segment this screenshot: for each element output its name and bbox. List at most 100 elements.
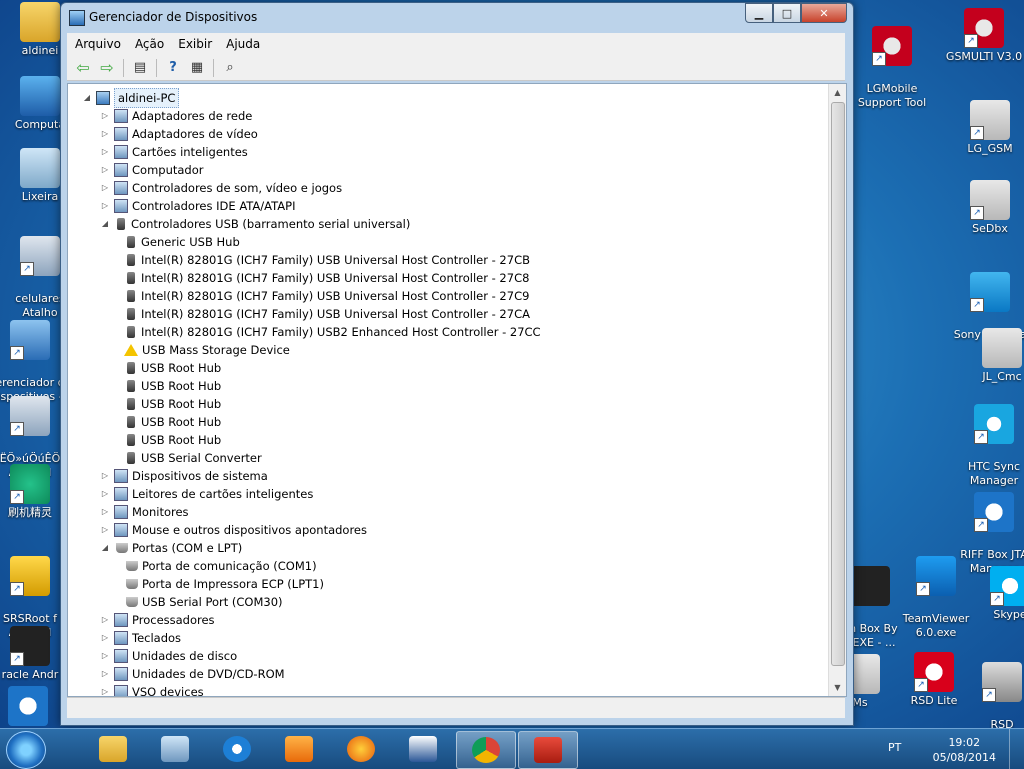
tree-device[interactable]: Porta de Impressora ECP (LPT1) [120,575,324,593]
collapse-triangle-icon[interactable]: ◢ [100,539,110,557]
menu-acao[interactable]: Ação [127,37,170,51]
title-bar[interactable]: Gerenciador de Dispositivos ▁ □ ✕ [61,3,853,31]
tree-root[interactable]: ◢ aldinei-PC [82,88,180,108]
tree-item-label: Teclados [132,631,182,645]
taskbar-app-pencil[interactable] [146,731,204,767]
vertical-scrollbar[interactable]: ▲ ▼ [828,84,846,696]
oracle-tool-icon: ↗ [10,626,50,666]
show-desktop-button[interactable] [1009,729,1024,769]
help-icon[interactable]: ? [163,59,183,77]
riff-icon: ↗ [974,492,1014,532]
tree-device[interactable]: Intel(R) 82801G (ICH7 Family) USB Univer… [120,287,529,305]
back-arrow-icon[interactable]: ⇦ [73,58,93,77]
taskbar-app-word[interactable] [394,731,452,767]
tree-category[interactable]: ▷ Processadores [100,611,215,629]
tree-device[interactable]: Generic USB Hub [120,233,240,251]
menu-exibir[interactable]: Exibir [170,37,218,51]
desktop-icon-gsmulti[interactable]: ↗ GSMULTI V3.0 [944,8,1024,64]
shortcut-arrow-icon: ↗ [982,688,996,702]
expand-triangle-icon[interactable]: ▷ [100,107,110,125]
tree-device[interactable]: USB Root Hub [120,431,221,449]
desktop-icon-teamviewer[interactable]: ↗ TeamViewer 6.0.exe [896,542,976,654]
expand-triangle-icon[interactable]: ▷ [100,665,110,683]
tree-category[interactable]: ▷ Adaptadores de rede [100,107,252,125]
rbox-icon [8,686,48,726]
minimize-button[interactable]: ▁ [745,3,773,23]
tree-category[interactable]: ◢ Portas (COM e LPT) [100,539,242,557]
properties-icon[interactable]: ▦ [187,59,207,77]
tree-category[interactable]: ▷ Mouse e outros dispositivos apontadores [100,521,367,539]
tree-category[interactable]: ▷ Monitores [100,503,189,521]
clock[interactable]: 19:02 05/08/2014 [933,735,996,765]
expand-triangle-icon[interactable]: ▷ [100,521,110,539]
tree-category[interactable]: ▷ Computador [100,161,203,179]
close-button[interactable]: ✕ [801,3,847,23]
expand-triangle-icon[interactable]: ▷ [100,629,110,647]
scroll-up-icon[interactable]: ▲ [829,84,846,101]
desktop-icon-jl-cmc[interactable]: JL_Cmc [962,328,1024,384]
tree-device[interactable]: Intel(R) 82801G (ICH7 Family) USB Univer… [120,305,530,323]
tree-category[interactable]: ▷ Teclados [100,629,181,647]
tree-category[interactable]: ▷ Cartões inteligentes [100,143,248,161]
tree-device[interactable]: USB Root Hub [120,377,221,395]
scan-hardware-icon[interactable]: ⌕ [220,59,240,77]
taskbar-app-explorer[interactable] [84,731,142,767]
expand-triangle-icon[interactable]: ▷ [100,179,110,197]
scroll-thumb[interactable] [831,102,845,666]
tree-category[interactable]: ▷ Adaptadores de vídeo [100,125,258,143]
tree-category[interactable]: ▷ Controladores IDE ATA/ATAPI [100,197,295,215]
expand-triangle-icon[interactable]: ▷ [100,197,110,215]
tree-device[interactable]: USB Root Hub [120,413,221,431]
expand-triangle-icon[interactable]: ▷ [100,503,110,521]
tree-category[interactable]: ▷ Dispositivos de sistema [100,467,268,485]
taskbar-app-chrome[interactable] [456,731,516,769]
menu-arquivo[interactable]: Arquivo [67,37,127,51]
desktop-icon-lgmobile[interactable]: ↗ LGMobile Support Tool [852,12,932,124]
maximize-button[interactable]: □ [773,3,801,23]
shortcut-arrow-icon: ↗ [970,298,984,312]
scroll-down-icon[interactable]: ▼ [829,679,846,696]
tree-category[interactable]: ▷ Unidades de DVD/CD-ROM [100,665,285,683]
expand-triangle-icon[interactable]: ▷ [100,485,110,503]
tree-category[interactable]: ▷ Controladores de som, vídeo e jogos [100,179,342,197]
tree-device[interactable]: Intel(R) 82801G (ICH7 Family) USB Univer… [120,269,529,287]
expand-triangle-icon[interactable]: ▷ [100,125,110,143]
tree-category[interactable]: ▷ Leitores de cartões inteligentes [100,485,313,503]
tree-device[interactable]: Porta de comunicação (COM1) [120,557,317,575]
expand-triangle-icon[interactable]: ▷ [100,683,110,696]
start-button[interactable] [6,731,46,769]
tree-item-label: Porta de comunicação (COM1) [142,559,317,573]
collapse-triangle-icon[interactable]: ◢ [100,215,110,233]
collapse-triangle-icon[interactable]: ◢ [82,89,92,107]
tree-device[interactable]: USB Root Hub [120,359,221,377]
expand-triangle-icon[interactable]: ▷ [100,647,110,665]
forward-arrow-icon[interactable]: ⇨ [97,58,117,77]
desktop-icon-skype[interactable]: ↗ Skype [970,566,1024,622]
expand-triangle-icon[interactable]: ▷ [100,467,110,485]
taskbar-app-ie[interactable] [208,731,266,767]
desktop-icon-lg-gsm[interactable]: ↗ LG_GSM [950,100,1024,156]
tree-category[interactable]: ◢ Controladores USB (barramento serial un… [100,215,410,233]
desktop-icon-sedbx[interactable]: ↗ SeDbx [950,180,1024,236]
menu-ajuda[interactable]: Ajuda [218,37,266,51]
expand-triangle-icon[interactable]: ▷ [100,143,110,161]
expand-triangle-icon[interactable]: ▷ [100,611,110,629]
taskbar-app-media[interactable] [270,731,328,767]
expand-triangle-icon[interactable]: ▷ [100,161,110,179]
taskbar-app-toolbox[interactable] [518,731,578,769]
taskbar-app-firefox[interactable] [332,731,390,767]
tree-device[interactable]: USB Serial Converter [120,449,262,467]
tree-device[interactable]: USB Root Hub [120,395,221,413]
tree-device[interactable]: Intel(R) 82801G (ICH7 Family) USB Univer… [120,251,530,269]
show-hide-tree-icon[interactable]: ▤ [130,59,150,77]
tree-device[interactable]: USB Mass Storage Device [120,341,290,359]
tree-category[interactable]: ▷ Unidades de disco [100,647,237,665]
device-category-icon [114,181,128,195]
tree-device[interactable]: USB Serial Port (COM30) [120,593,283,611]
tree-category[interactable]: ▷ VSO devices [100,683,204,696]
device-category-icon [114,631,128,645]
desktop-icon-rbox[interactable] [0,686,68,728]
language-indicator[interactable]: PT [888,741,901,754]
tree-device[interactable]: Intel(R) 82801G (ICH7 Family) USB2 Enhan… [120,323,541,341]
status-bar [67,697,845,718]
